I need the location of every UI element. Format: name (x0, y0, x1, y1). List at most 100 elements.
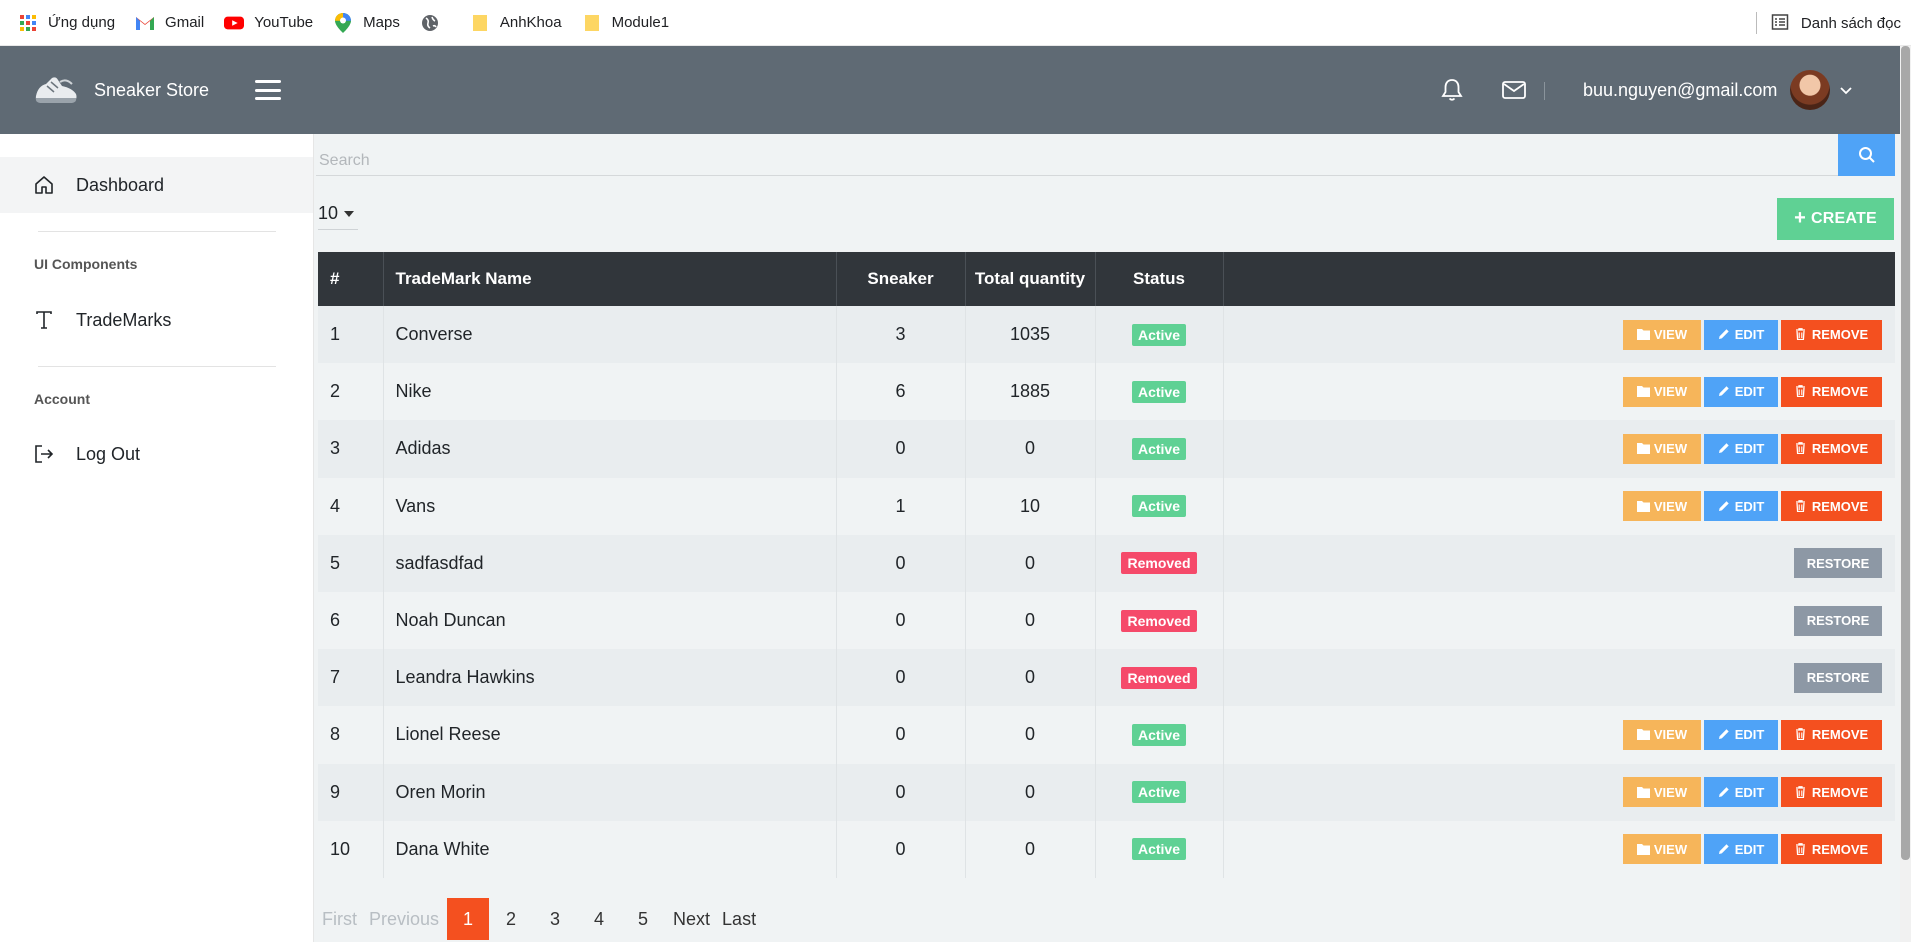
table-row: 10 Dana White 0 0 Active VIEW EDIT REMOVE (318, 820, 1895, 878)
column-header-status: Status (1095, 252, 1224, 306)
remove-button-label: REMOVE (1811, 784, 1869, 800)
restore-button[interactable]: RESTORE (1794, 605, 1882, 636)
pencil-icon (1718, 385, 1731, 398)
trash-icon (1795, 728, 1808, 741)
remove-button-label: REMOVE (1811, 384, 1869, 400)
cell-sneaker-count: 0 (836, 649, 966, 707)
bookmark-module1[interactable]: Module1 (572, 0, 680, 46)
edit-button-label: EDIT (1734, 441, 1765, 457)
pagination-page-3[interactable]: 3 (533, 909, 577, 930)
remove-button[interactable]: REMOVE (1781, 834, 1882, 865)
topbar-divider (1544, 82, 1545, 100)
cell-sneaker-count: 6 (836, 363, 966, 421)
table-row: 1 Converse 3 1035 Active VIEW EDIT REMOVE (318, 306, 1895, 364)
cell-index: 10 (318, 820, 384, 878)
view-button[interactable]: VIEW (1623, 491, 1701, 522)
column-header-sneaker: Sneaker (836, 252, 966, 306)
bookmarks-bar: Ứng dụng Gmail YouTube Maps AnhKhoa Modu… (0, 0, 1911, 46)
bookmark-anhkhoa[interactable]: AnhKhoa (460, 0, 572, 46)
pagination-page-5[interactable]: 5 (621, 909, 665, 930)
cell-trademark-name: Vans (383, 477, 837, 535)
reading-list[interactable]: Danh sách đọc (1755, 0, 1901, 46)
page-scrollbar[interactable] (1900, 46, 1911, 942)
sidebar-item-dashboard[interactable]: Dashboard (0, 157, 313, 213)
folder-icon (582, 13, 602, 33)
sidebar-item-trademarks[interactable]: TradeMarks (0, 292, 313, 348)
cell-total-quantity: 0 (965, 591, 1096, 650)
chevron-down-icon[interactable] (1838, 82, 1854, 98)
cell-actions: RESTORE (1223, 592, 1895, 649)
edit-button[interactable]: EDIT (1704, 376, 1778, 407)
column-header-total-quantity: Total quantity (965, 252, 1096, 306)
cell-index: 6 (318, 591, 384, 650)
restore-button[interactable]: RESTORE (1794, 662, 1882, 693)
page-size-value: 10 (318, 203, 339, 223)
edit-button[interactable]: EDIT (1704, 319, 1778, 350)
remove-button[interactable]: REMOVE (1781, 376, 1882, 407)
cell-trademark-name: sadfasdfad (383, 534, 837, 592)
view-button[interactable]: VIEW (1623, 376, 1701, 407)
remove-button[interactable]: REMOVE (1781, 433, 1882, 464)
hamburger-menu-icon[interactable] (255, 80, 282, 100)
cell-trademark-name: Nike (383, 363, 837, 421)
cell-sneaker-count: 0 (836, 763, 966, 821)
remove-button-label: REMOVE (1811, 841, 1869, 857)
pagination-page-1[interactable]: 1 (447, 898, 490, 940)
cell-sneaker-count: 0 (836, 820, 966, 878)
pagination-first[interactable]: First (322, 909, 357, 930)
page-size-select[interactable]: 10 (318, 198, 358, 230)
remove-button[interactable]: REMOVE (1781, 777, 1882, 808)
view-button[interactable]: VIEW (1623, 319, 1701, 350)
status-badge: Removed (1121, 609, 1197, 632)
cell-total-quantity: 0 (965, 420, 1096, 478)
avatar[interactable] (1790, 70, 1830, 110)
create-button-label: CREATE (1811, 210, 1877, 227)
pagination-last[interactable]: Last (722, 909, 756, 930)
pagination-next[interactable]: Next (673, 909, 710, 930)
edit-button[interactable]: EDIT (1704, 834, 1778, 865)
search-button[interactable] (1838, 134, 1895, 176)
bookmark-apps[interactable]: Ứng dụng (0, 0, 125, 46)
folder-icon (1636, 728, 1650, 741)
mail-icon[interactable] (1500, 76, 1528, 104)
cell-status: Active (1095, 820, 1224, 878)
table-row: 7 Leandra Hawkins 0 0 Removed RESTORE (318, 649, 1895, 707)
brand-name: Sneaker Store (94, 79, 210, 100)
edit-button[interactable]: EDIT (1704, 719, 1778, 750)
cell-status: Active (1095, 363, 1224, 421)
cell-actions: VIEW EDIT REMOVE (1223, 306, 1895, 363)
restore-button[interactable]: RESTORE (1794, 548, 1882, 579)
search-input[interactable] (316, 134, 1838, 176)
cell-sneaker-count: 0 (836, 591, 966, 650)
folder-icon (1636, 500, 1650, 513)
view-button[interactable]: VIEW (1623, 777, 1701, 808)
pagination-previous[interactable]: Previous (369, 909, 439, 930)
bell-icon[interactable] (1438, 76, 1466, 104)
view-button[interactable]: VIEW (1623, 719, 1701, 750)
bookmark-globe[interactable] (410, 0, 460, 46)
cell-total-quantity: 0 (965, 534, 1096, 592)
edit-button[interactable]: EDIT (1704, 491, 1778, 522)
remove-button[interactable]: REMOVE (1781, 719, 1882, 750)
pagination: First Previous 1 2 3 4 5 Next Last (322, 898, 756, 940)
pagination-page-4[interactable]: 4 (577, 909, 621, 930)
remove-button[interactable]: REMOVE (1781, 319, 1882, 350)
edit-button-label: EDIT (1734, 384, 1765, 400)
pencil-icon (1718, 500, 1731, 513)
bookmark-youtube[interactable]: YouTube (214, 0, 323, 46)
edit-button[interactable]: EDIT (1704, 433, 1778, 464)
cell-status: Removed (1095, 649, 1224, 707)
table-row: 6 Noah Duncan 0 0 Removed RESTORE (318, 591, 1895, 650)
reading-list-label: Danh sách đọc (1800, 14, 1901, 32)
create-button[interactable]: + CREATE (1777, 198, 1894, 240)
bookmark-gmail[interactable]: Gmail (125, 0, 214, 46)
remove-button[interactable]: REMOVE (1781, 491, 1882, 522)
pagination-page-2[interactable]: 2 (489, 909, 533, 930)
edit-button[interactable]: EDIT (1704, 777, 1778, 808)
user-email[interactable]: buu.nguyen@gmail.com (1583, 80, 1777, 101)
sidebar-item-logout[interactable]: Log Out (0, 426, 313, 482)
bookmark-maps[interactable]: Maps (323, 0, 410, 46)
view-button[interactable]: VIEW (1623, 433, 1701, 464)
view-button[interactable]: VIEW (1623, 834, 1701, 865)
scrollbar-thumb[interactable] (1901, 46, 1910, 860)
